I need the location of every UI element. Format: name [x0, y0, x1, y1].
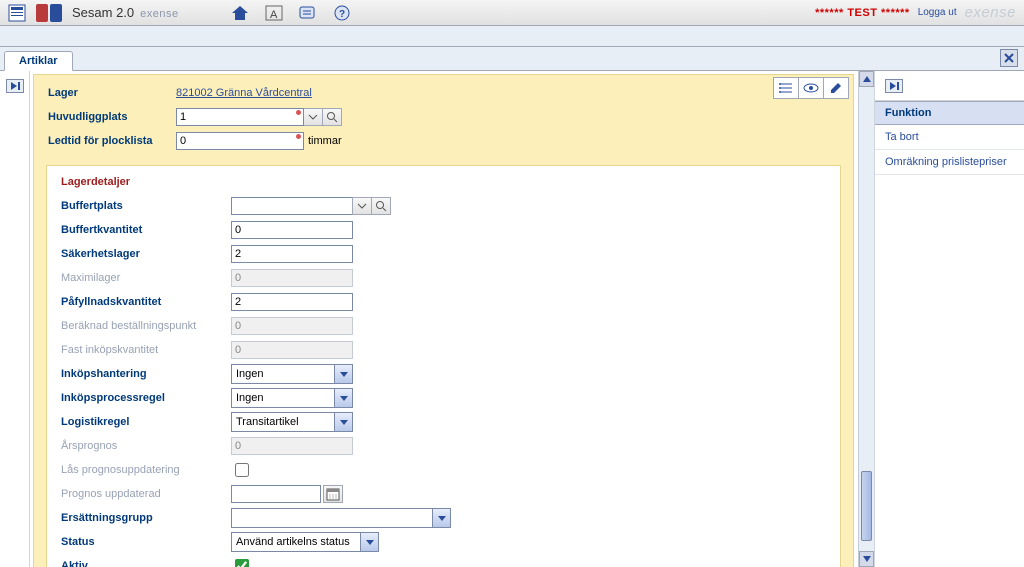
buffertplats-label: Buffertplats — [61, 200, 231, 212]
inkopsprocess-value: Ingen — [236, 392, 264, 404]
chevron-down-icon — [334, 389, 352, 407]
help-icon[interactable]: ? — [331, 3, 353, 23]
center-content: Lager 821002 Gränna Vårdcentral Huvudlig… — [30, 71, 874, 567]
right-sidebar: Funktion Ta bort Omräkning prislistepris… — [874, 71, 1024, 567]
prognosuppdaterad-input[interactable] — [231, 485, 321, 503]
scroll-down-icon[interactable] — [859, 551, 874, 567]
ersattningsgrupp-label: Ersättningsgrupp — [61, 512, 231, 524]
huvudliggplats-input[interactable] — [176, 108, 304, 126]
panel-toolbar — [774, 77, 849, 99]
scroll-thumb[interactable] — [861, 471, 872, 541]
sakerhetslager-input[interactable] — [231, 245, 353, 263]
tab-row: Artiklar — [0, 47, 1024, 71]
buffertkvantitet-label: Buffertkvantitet — [61, 224, 231, 236]
status-select[interactable]: Använd artikelns status — [231, 532, 379, 552]
buffertplats-input[interactable] — [231, 197, 353, 215]
logistikregel-value: Transitartikel — [236, 416, 299, 428]
huvudliggplats-label: Huvudliggplats — [48, 111, 176, 123]
logistikregel-label: Logistikregel — [61, 416, 231, 428]
ledtid-input[interactable] — [176, 132, 304, 150]
form-area: Lagerdetaljer Buffertplats Buffertkvanti… — [46, 165, 841, 567]
maximilager-input — [231, 269, 353, 287]
pafyllnadskvantitet-label: Påfyllnadskvantitet — [61, 296, 231, 308]
buffertkvantitet-input[interactable] — [231, 221, 353, 239]
app-header: Sesam 2.0 exense A ? ****** TEST ****** … — [0, 0, 1024, 26]
huvudliggplats-dropdown-icon[interactable] — [303, 108, 323, 126]
left-collapse-column — [0, 71, 30, 567]
beraknad-label: Beräknad beställningspunkt — [61, 320, 231, 332]
tab-artiklar[interactable]: Artiklar — [4, 51, 73, 71]
sidebar-item-omrakning[interactable]: Omräkning prislistepriser — [875, 150, 1024, 175]
chevron-down-icon — [334, 413, 352, 431]
buffertplats-dropdown-icon[interactable] — [352, 197, 372, 215]
inkopsprocess-label: Inköpsprocessregel — [61, 392, 231, 404]
lasprognos-checkbox[interactable] — [235, 463, 249, 477]
fastinkop-input — [231, 341, 353, 359]
chevron-down-icon — [360, 533, 378, 551]
beraknad-input — [231, 317, 353, 335]
panel-header: Lager 821002 Gränna Vårdcentral Huvudlig… — [34, 75, 853, 159]
arsprognos-label: Årsprognos — [61, 440, 231, 452]
header-toolbar: A ? — [229, 3, 353, 23]
lager-link[interactable]: 821002 Gränna Vårdcentral — [176, 87, 312, 99]
required-indicator — [296, 110, 301, 115]
main-area: Lager 821002 Gränna Vårdcentral Huvudlig… — [0, 71, 1024, 567]
chevron-down-icon — [334, 365, 352, 383]
header-strip — [0, 26, 1024, 47]
maximilager-label: Maximilager — [61, 272, 231, 284]
sidebar-header: Funktion — [875, 101, 1024, 125]
section-title: Lagerdetaljer — [61, 176, 826, 188]
app-title: Sesam 2.0 exense — [72, 5, 179, 20]
status-value: Använd artikelns status — [236, 536, 350, 548]
lager-label: Lager — [48, 87, 176, 99]
sidebar-item-tabort[interactable]: Ta bort — [875, 125, 1024, 150]
buffertplats-search-icon[interactable] — [371, 197, 391, 215]
fastinkop-label: Fast inköpskvantitet — [61, 344, 231, 356]
app-menu-icon[interactable] — [8, 4, 26, 22]
close-tab-button[interactable] — [1000, 49, 1018, 67]
huvudliggplats-search-icon[interactable] — [322, 108, 342, 126]
expand-left-button[interactable] — [6, 79, 24, 93]
ersattningsgrupp-select[interactable] — [231, 508, 451, 528]
ledtid-label: Ledtid för plocklista — [48, 135, 176, 147]
detail-panel: Lager 821002 Gränna Vårdcentral Huvudlig… — [33, 74, 854, 567]
svg-text:A: A — [270, 9, 278, 21]
sakerhetslager-label: Säkerhetslager — [61, 248, 231, 260]
brand-logo: exense — [965, 4, 1016, 21]
aktiv-label: Aktiv — [61, 560, 231, 567]
inkopshantering-value: Ingen — [236, 368, 264, 380]
view-icon[interactable] — [798, 77, 824, 99]
home-icon[interactable] — [229, 3, 251, 23]
collapse-right-button[interactable] — [885, 79, 903, 93]
list-view-icon[interactable] — [773, 77, 799, 99]
lasprognos-label: Lås prognosuppdatering — [61, 464, 231, 476]
notes-icon[interactable] — [297, 3, 319, 23]
required-indicator — [296, 134, 301, 139]
inkopshantering-label: Inköpshantering — [61, 368, 231, 380]
status-label: Status — [61, 536, 231, 548]
chevron-down-icon — [432, 509, 450, 527]
arsprognos-input — [231, 437, 353, 455]
aktiv-checkbox[interactable] — [235, 559, 249, 567]
scrollbar[interactable] — [858, 71, 874, 567]
prognosuppdaterad-label: Prognos uppdaterad — [61, 488, 231, 500]
logistikregel-select[interactable]: Transitartikel — [231, 412, 353, 432]
pafyllnadskvantitet-input[interactable] — [231, 293, 353, 311]
inkopsprocess-select[interactable]: Ingen — [231, 388, 353, 408]
scroll-up-icon[interactable] — [859, 71, 874, 87]
ledtid-unit: timmar — [308, 135, 342, 147]
test-banner: ****** TEST ****** — [815, 7, 910, 19]
app-logo — [36, 4, 62, 22]
inkopshantering-select[interactable]: Ingen — [231, 364, 353, 384]
svg-text:?: ? — [339, 9, 345, 20]
calendar-icon[interactable] — [323, 485, 343, 503]
logout-link[interactable]: Logga ut — [918, 7, 957, 18]
sidebar-collapse-row — [875, 71, 1024, 101]
font-icon[interactable]: A — [263, 3, 285, 23]
edit-icon[interactable] — [823, 77, 849, 99]
